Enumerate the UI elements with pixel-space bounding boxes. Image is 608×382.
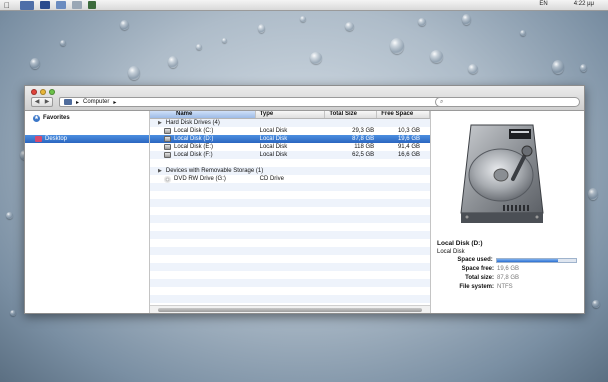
- sidebar: ★ Favorites Desktop: [25, 111, 150, 313]
- table-row-selected[interactable]: Local Disk (D:) Local Disk 87,8 GB 19,6 …: [150, 135, 430, 143]
- window-controls: [31, 89, 55, 95]
- group-label: Hard Disk Drives (4): [165, 120, 220, 126]
- favorites-label: Favorites: [43, 115, 70, 121]
- space-used-bar: [495, 258, 577, 263]
- spacer-row: [150, 159, 430, 167]
- search-input[interactable]: ⌕: [435, 97, 580, 107]
- explorer-window: ◀ ▶ ▸ Computer ▸ ▾ ⟳ ⌕ ★ Favorites Deskt…: [24, 85, 585, 314]
- file-system-label: File system:: [459, 284, 494, 290]
- file-system-value: NTFS: [497, 284, 513, 290]
- column-header-free-space[interactable]: Free Space: [377, 111, 430, 118]
- file-system-row: File system: NTFS: [437, 284, 577, 290]
- total-size-label: Total size:: [465, 275, 494, 281]
- group-label: Devices with Removable Storage (1): [165, 168, 264, 174]
- drive-type: CD Drive: [259, 176, 284, 182]
- hard-drive-preview-icon: [460, 124, 544, 223]
- file-list: Name Type Total Size Free Space ▶ Hard D…: [150, 111, 431, 313]
- preview-pane: Local Disk (D:) Local Disk Space used: S…: [431, 111, 584, 313]
- horizontal-scrollbar[interactable]: [150, 305, 430, 313]
- drive-name: DVD RW Drive (G:): [174, 176, 226, 182]
- hard-disk-icon: [164, 144, 171, 150]
- hard-disk-icon: [164, 128, 171, 134]
- back-button[interactable]: ◀: [32, 98, 42, 106]
- desktop-icon: [35, 136, 42, 142]
- dvd-drive-icon: [164, 175, 171, 183]
- hard-disk-icon: [164, 136, 171, 142]
- apple-icon[interactable]: : [0, 1, 14, 10]
- finder-taskbar-icon[interactable]: [20, 0, 34, 10]
- column-header-total-size[interactable]: Total Size: [325, 111, 378, 118]
- terminal-taskbar-icon[interactable]: [88, 1, 96, 9]
- preview-title: Local Disk (D:): [437, 240, 483, 247]
- drive-total-size: 62,5 GB: [352, 152, 375, 158]
- drive-type: Local Disk: [259, 128, 288, 134]
- drive-total-size: 29,3 GB: [352, 128, 375, 134]
- favorites-header[interactable]: ★ Favorites: [25, 114, 149, 122]
- address-separator-icon: ▸: [113, 99, 117, 106]
- column-header-name[interactable]: Name: [150, 111, 256, 118]
- space-free-label: Space free:: [461, 266, 494, 272]
- window-body: ★ Favorites Desktop Name Type Total Size…: [25, 111, 584, 313]
- forward-button[interactable]: ▶: [42, 98, 52, 106]
- computer-icon: [64, 99, 72, 105]
- favorites-star-icon: ★: [33, 114, 40, 122]
- space-free-row: Space free: 19,6 GB: [437, 266, 577, 272]
- explorer-taskbar-icon[interactable]: [56, 1, 66, 9]
- space-used-fill: [496, 259, 559, 262]
- window-titlebar: ◀ ▶ ▸ Computer ▸ ▾ ⟳ ⌕: [25, 86, 584, 111]
- expand-triangle-icon[interactable]: ▶: [158, 167, 162, 175]
- total-size-value: 87,8 GB: [497, 275, 520, 281]
- drive-free-space: [377, 175, 430, 183]
- maximize-button[interactable]: [49, 89, 55, 95]
- sidebar-item-label: Desktop: [45, 136, 68, 142]
- drive-name: Local Disk (D:): [174, 136, 214, 142]
- group-header-removable[interactable]: ▶ Devices with Removable Storage (1): [150, 167, 430, 175]
- column-header-type[interactable]: Type: [256, 111, 326, 118]
- drive-type: Local Disk: [259, 144, 288, 150]
- drive-free-space: 19,6 GB: [397, 136, 420, 142]
- app-taskbar-icon[interactable]: [72, 1, 82, 9]
- drive-total-size: 87,8 GB: [352, 136, 375, 142]
- nav-buttons: ◀ ▶: [31, 97, 53, 107]
- drive-type: Local Disk: [259, 136, 288, 142]
- group-header-hard-disks[interactable]: ▶ Hard Disk Drives (4): [150, 119, 430, 127]
- system-menubar:  EN 4:22 μμ: [0, 0, 608, 11]
- photoshop-taskbar-icon[interactable]: [40, 1, 50, 9]
- language-indicator[interactable]: EN: [539, 1, 547, 7]
- scrollbar-thumb[interactable]: [158, 308, 422, 312]
- space-used-row: Space used:: [437, 257, 577, 263]
- table-row[interactable]: Local Disk (F:) Local Disk 62,5 GB 16,6 …: [150, 151, 430, 159]
- space-free-value: 19,6 GB: [497, 266, 520, 272]
- hard-disk-icon: [164, 152, 171, 158]
- close-button[interactable]: [31, 89, 37, 95]
- minimize-button[interactable]: [40, 89, 46, 95]
- table-row[interactable]: DVD RW Drive (G:) CD Drive: [150, 175, 430, 183]
- column-headers: Name Type Total Size Free Space: [150, 111, 430, 119]
- preview-type: Local Disk: [437, 249, 465, 255]
- table-row[interactable]: Local Disk (C:) Local Disk 29,3 GB 10,3 …: [150, 127, 430, 135]
- drive-type: Local Disk: [259, 152, 288, 158]
- drive-total-size: [325, 175, 377, 183]
- address-arrow-icon: ▸: [76, 99, 80, 106]
- drive-free-space: 91,4 GB: [397, 144, 420, 150]
- address-location[interactable]: Computer: [83, 99, 109, 105]
- expand-triangle-icon[interactable]: ▶: [158, 119, 162, 127]
- space-used-label: Space used:: [457, 257, 493, 263]
- clock[interactable]: 4:22 μμ: [574, 1, 594, 7]
- total-size-row: Total size: 87,8 GB: [437, 275, 577, 281]
- table-row[interactable]: Local Disk (E:) Local Disk 118 GB 91,4 G…: [150, 143, 430, 151]
- drive-name: Local Disk (E:): [174, 144, 214, 150]
- address-bar[interactable]: ▸ Computer ▸ ▾: [59, 97, 453, 107]
- drive-free-space: 10,3 GB: [397, 128, 420, 134]
- drive-name: Local Disk (C:): [174, 128, 214, 134]
- drive-total-size: 118 GB: [354, 144, 375, 150]
- drive-name: Local Disk (F:): [174, 152, 213, 158]
- drive-free-space: 16,6 GB: [397, 152, 420, 158]
- sidebar-item-desktop[interactable]: Desktop: [25, 135, 149, 143]
